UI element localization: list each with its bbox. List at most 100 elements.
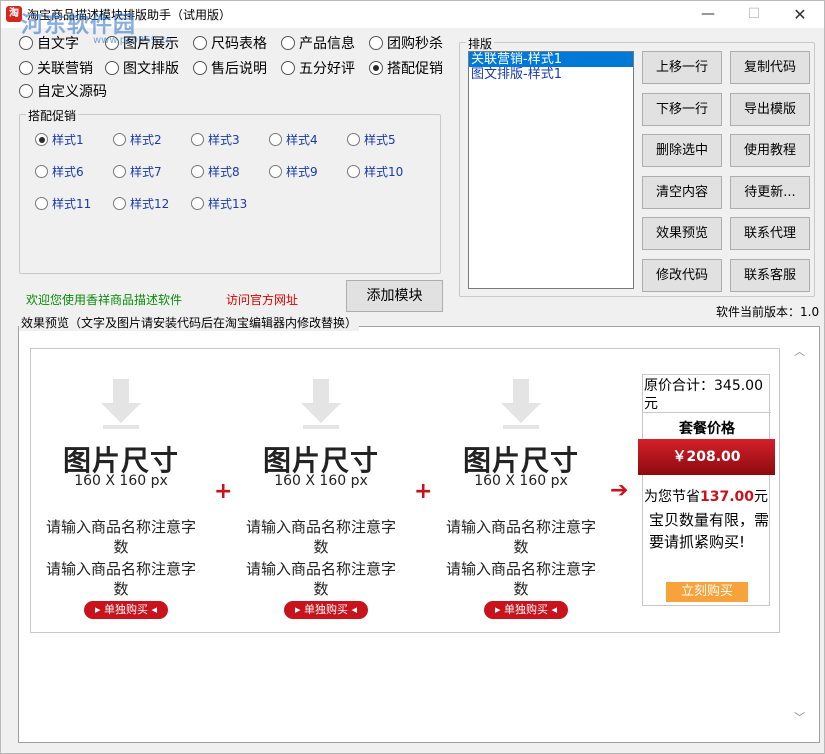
clear-content-button[interactable]: 清空内容 (642, 176, 722, 209)
scroll-down-icon[interactable]: ﹀ (791, 709, 808, 726)
style-label: 样式4 (286, 132, 318, 147)
module-label: 产品信息 (299, 36, 355, 52)
radio-icon (269, 132, 282, 146)
module-checkbox-five-star[interactable]: 五分好评 (281, 58, 355, 78)
group-label: 排版 (466, 35, 495, 52)
layout-listbox[interactable]: 关联营销-样式1 图文排版-样式1 (468, 51, 634, 289)
style-option-9[interactable]: 样式9 (269, 161, 318, 181)
pending-update-button[interactable]: 待更新... (730, 176, 810, 209)
savings-amount: 137.00 (700, 489, 755, 505)
style-label: 样式3 (208, 132, 240, 147)
module-checkbox-related[interactable]: 关联营销 (19, 58, 93, 78)
combo-summary: 原价合计：345.00元 套餐价格 ￥208.00 为您节省137.00元 宝贝… (638, 374, 775, 606)
scroll-up-icon[interactable]: ︿ (791, 343, 808, 360)
radio-icon (105, 36, 119, 50)
style-option-12[interactable]: 样式12 (113, 193, 169, 213)
module-checkbox-size-table[interactable]: 尺码表格 (193, 33, 267, 53)
download-arrow-icon (301, 379, 341, 429)
style-label: 样式7 (130, 164, 162, 179)
download-arrow-icon (101, 379, 141, 429)
close-button[interactable]: ✕ (777, 1, 823, 28)
radio-icon (193, 61, 207, 75)
module-checkbox-combo-promo[interactable]: 搭配促销 (369, 58, 443, 78)
preview-button[interactable]: 效果预览 (642, 217, 722, 250)
module-checkbox-text[interactable]: 自文字 (19, 33, 79, 53)
style-label: 样式10 (364, 164, 404, 179)
style-option-6[interactable]: 样式6 (35, 161, 84, 181)
buy-single-button[interactable]: ▸ 单独购买 ◂ (84, 601, 168, 619)
style-label: 样式6 (52, 164, 84, 179)
list-item[interactable]: 关联营销-样式1 (469, 52, 633, 67)
welcome-link[interactable]: 欢迎您使用香祥商品描述软件 (26, 291, 182, 308)
module-label: 五分好评 (299, 61, 355, 77)
delete-selected-button[interactable]: 删除选中 (642, 134, 722, 167)
image-placeholder: 图片尺寸 160 X 160 px (451, 379, 591, 499)
radio-icon (281, 61, 295, 75)
preview-scrollbar[interactable]: ︿ ﹀ (791, 341, 808, 729)
radio-icon (347, 164, 360, 178)
style-option-13[interactable]: 样式13 (191, 193, 247, 213)
buy-single-button[interactable]: ▸ 单独购买 ◂ (484, 601, 568, 619)
product-card: 图片尺寸 160 X 160 px 请输入商品名称注意字数 请输入商品名称注意字… (436, 349, 606, 634)
list-item[interactable]: 图文排版-样式1 (469, 67, 633, 82)
modify-code-button[interactable]: 修改代码 (642, 259, 722, 292)
product-name: 请输入商品名称注意字数 (245, 518, 396, 556)
module-checkbox-image-text[interactable]: 图文排版 (105, 58, 179, 78)
style-option-7[interactable]: 样式7 (113, 161, 162, 181)
product-name: 请输入商品名称注意字数 (45, 518, 196, 556)
radio-icon (113, 164, 126, 178)
move-down-button[interactable]: 下移一行 (642, 93, 722, 126)
version-text: 软件当前版本：1.0 (716, 305, 820, 319)
style-option-8[interactable]: 样式8 (191, 161, 240, 181)
module-label: 图片展示 (123, 36, 179, 52)
copy-code-button[interactable]: 复制代码 (730, 51, 810, 84)
add-module-button[interactable]: 添加模块 (346, 280, 443, 312)
buy-single-button[interactable]: ▸ 单独购买 ◂ (284, 601, 368, 619)
tutorial-button[interactable]: 使用教程 (730, 134, 810, 167)
module-label: 尺码表格 (211, 36, 267, 52)
module-checkbox-group-buy[interactable]: 团购秒杀 (369, 33, 443, 53)
radio-icon (281, 36, 295, 50)
export-template-button[interactable]: 导出模版 (730, 93, 810, 126)
minimize-button[interactable]: — (685, 1, 731, 28)
style-label: 样式5 (364, 132, 396, 147)
module-label: 售后说明 (211, 61, 267, 77)
maximize-button[interactable]: ☐ (731, 1, 777, 28)
style-option-5[interactable]: 样式5 (347, 129, 396, 149)
module-checkbox-image[interactable]: 图片展示 (105, 33, 179, 53)
contact-agent-button[interactable]: 联系代理 (730, 217, 810, 250)
radio-icon (19, 36, 33, 50)
buy-now-button[interactable]: 立刻购买 (666, 582, 748, 602)
combo-price-title: 套餐价格 (679, 421, 735, 437)
savings-prefix: 为您节省 (644, 489, 700, 505)
move-up-button[interactable]: 上移一行 (642, 51, 722, 84)
placeholder-size: 160 X 160 px (474, 473, 568, 489)
module-checkbox-product-info[interactable]: 产品信息 (281, 33, 355, 53)
placeholder-size: 160 X 160 px (74, 473, 168, 489)
stock-note: 宝贝数量有限，需要请抓紧购买! (649, 511, 770, 551)
group-label: 搭配促销 (26, 107, 79, 124)
official-site-link[interactable]: 访问官方网址 (226, 291, 298, 308)
style-option-4[interactable]: 样式4 (269, 129, 318, 149)
radio-icon (191, 164, 204, 178)
app-icon: 淘 (6, 6, 22, 22)
module-checkbox-custom-source[interactable]: 自定义源码 (19, 81, 107, 101)
module-label: 关联营销 (37, 61, 93, 77)
contact-service-button[interactable]: 联系客服 (730, 259, 810, 292)
style-option-1[interactable]: 样式1 (35, 129, 84, 149)
style-option-11[interactable]: 样式11 (35, 193, 91, 213)
image-placeholder: 图片尺寸 160 X 160 px (251, 379, 391, 499)
style-option-3[interactable]: 样式3 (191, 129, 240, 149)
original-total: 原价合计：345.00元 (643, 377, 771, 413)
radio-icon (191, 196, 204, 210)
style-option-2[interactable]: 样式2 (113, 129, 162, 149)
product-name: 请输入商品名称注意字数 (245, 560, 396, 598)
style-label: 样式2 (130, 132, 162, 147)
radio-icon (191, 132, 204, 146)
style-option-10[interactable]: 样式10 (347, 161, 403, 181)
module-label: 自定义源码 (37, 84, 107, 100)
product-card: 图片尺寸 160 X 160 px 请输入商品名称注意字数 请输入商品名称注意字… (236, 349, 406, 634)
preview-label: 效果预览（文字及图片请安装代码后在淘宝编辑器内修改替换） (19, 314, 360, 331)
module-checkbox-after-sale[interactable]: 售后说明 (193, 58, 267, 78)
style-label: 样式11 (52, 196, 92, 211)
